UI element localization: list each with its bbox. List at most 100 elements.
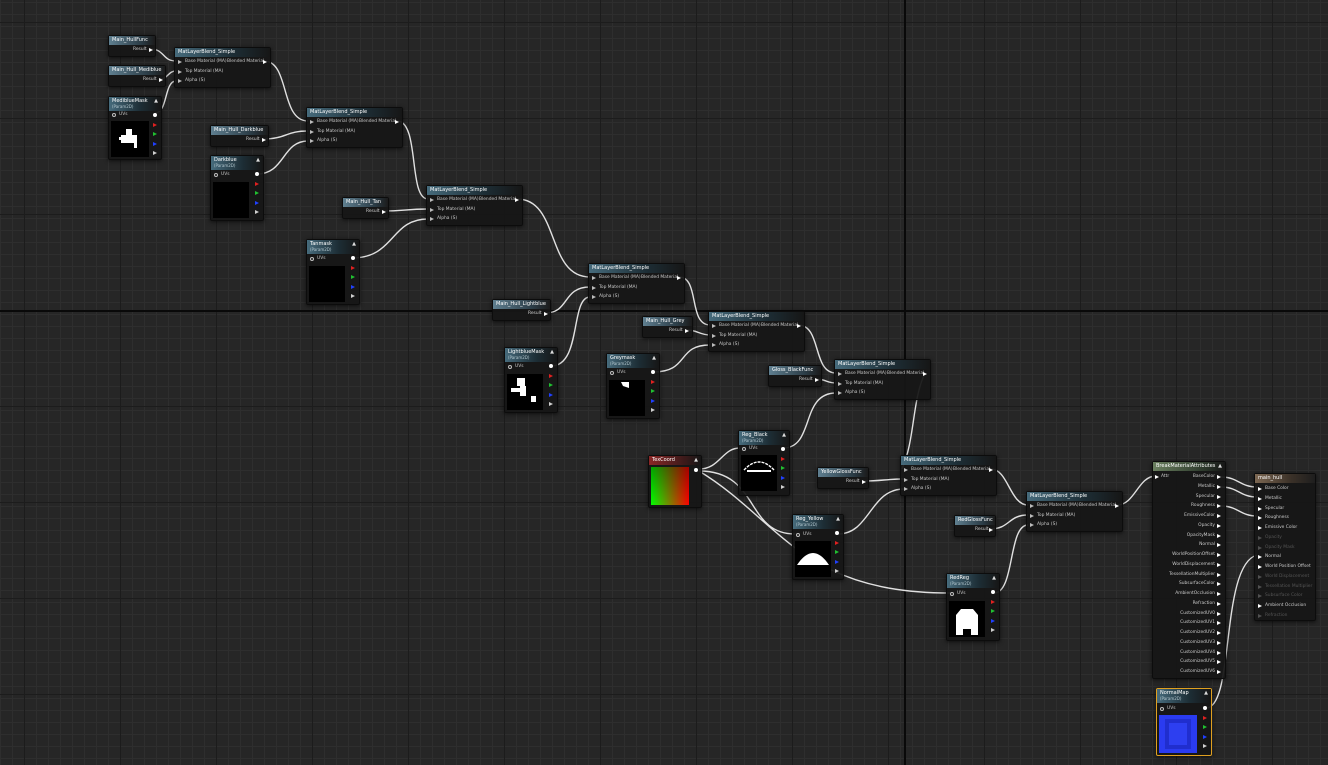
texture-node-darkblue[interactable]: Darkblue (Param2D) ▲ UVs xyxy=(210,155,264,221)
r-output-pin[interactable] xyxy=(549,373,553,378)
rgb-output-pin[interactable] xyxy=(835,531,839,535)
rgb-output-pin[interactable] xyxy=(1203,706,1207,710)
blend-node-1[interactable]: MatLayerBlend_Simple Base Material (MA) To… xyxy=(174,47,271,88)
material-input-pin[interactable] xyxy=(1258,545,1262,550)
uvs-input-pin[interactable] xyxy=(796,533,800,537)
rgb-output-pin[interactable] xyxy=(991,590,995,594)
material-input-pin[interactable] xyxy=(1258,555,1262,560)
b-output-pin[interactable] xyxy=(1203,734,1207,739)
blend-node-4[interactable]: MatLayerBlend_Simple Base Material (MA) To… xyxy=(588,263,685,304)
blended-material-output-pin[interactable] xyxy=(263,60,267,64)
texture-node-reg-black[interactable]: Reg_Black (Param2D) ▲ UVs xyxy=(738,430,790,496)
base-material-input-pin[interactable] xyxy=(838,372,842,376)
texture-node-reg-yellow[interactable]: Reg_Yellow (Param2D) ▲ UVs xyxy=(792,514,844,580)
top-material-input-pin[interactable] xyxy=(904,478,908,482)
attr-input-pin[interactable] xyxy=(1155,475,1159,479)
blended-material-output-pin[interactable] xyxy=(1115,504,1119,508)
top-material-input-pin[interactable] xyxy=(430,208,434,212)
texture-node-tan-mask[interactable]: Tanmask (Param2D) ▲ UVs xyxy=(306,239,360,305)
blended-material-output-pin[interactable] xyxy=(677,276,681,280)
collapse-arrow-icon[interactable]: ▲ xyxy=(694,457,698,464)
collapse-arrow-icon[interactable]: ▲ xyxy=(782,432,786,439)
r-output-pin[interactable] xyxy=(255,181,259,186)
texture-node-mediblue-mask[interactable]: MediblueMask (Param2D) ▲ UVs xyxy=(108,96,162,160)
rgb-output-pin[interactable] xyxy=(351,256,355,260)
texcoord-node[interactable]: TexCoord ▲ xyxy=(648,455,702,508)
uvs-input-pin[interactable] xyxy=(1160,707,1164,711)
rgb-output-pin[interactable] xyxy=(255,172,259,176)
material-input-pin[interactable] xyxy=(1258,594,1262,599)
top-material-input-pin[interactable] xyxy=(1030,514,1034,518)
b-output-pin[interactable] xyxy=(255,200,259,205)
uvs-input-pin[interactable] xyxy=(610,371,614,375)
g-output-pin[interactable] xyxy=(991,609,995,614)
rgb-output-pin[interactable] xyxy=(153,113,157,117)
output-pin[interactable] xyxy=(815,378,819,382)
a-output-pin[interactable] xyxy=(255,210,259,215)
material-input-pin[interactable] xyxy=(1258,574,1262,579)
collapse-arrow-icon[interactable]: ▲ xyxy=(352,241,356,248)
break-output-pin[interactable] xyxy=(1217,611,1221,616)
base-material-input-pin[interactable] xyxy=(178,60,182,64)
alpha-input-pin[interactable] xyxy=(178,79,182,83)
collapse-arrow-icon[interactable]: ▲ xyxy=(836,516,840,523)
alpha-input-pin[interactable] xyxy=(430,217,434,221)
material-input-pin[interactable] xyxy=(1258,613,1262,618)
break-output-pin[interactable] xyxy=(1217,562,1221,567)
r-output-pin[interactable] xyxy=(651,379,655,384)
g-output-pin[interactable] xyxy=(549,383,553,388)
g-output-pin[interactable] xyxy=(255,191,259,196)
break-output-pin[interactable] xyxy=(1217,523,1221,528)
a-output-pin[interactable] xyxy=(835,569,839,574)
blended-material-output-pin[interactable] xyxy=(395,120,399,124)
break-material-attributes-node[interactable]: BreakMaterialAttributes ▲ Attr BaseColor M… xyxy=(1152,461,1226,679)
func-node-red-gloss[interactable]: RedGlossFunc Result xyxy=(954,515,996,537)
collapse-arrow-icon[interactable]: ▲ xyxy=(992,575,996,582)
break-output-pin[interactable] xyxy=(1217,543,1221,548)
a-output-pin[interactable] xyxy=(781,485,785,490)
material-input-pin[interactable] xyxy=(1258,496,1262,501)
output-pin[interactable] xyxy=(544,312,548,316)
base-material-input-pin[interactable] xyxy=(310,120,314,124)
material-result-node[interactable]: main_hull Base Color Metallic Specular Roug… xyxy=(1254,473,1316,621)
func-node-gloss-black[interactable]: Gloss_BlackFunc Result xyxy=(768,365,822,387)
alpha-input-pin[interactable] xyxy=(310,139,314,143)
texture-node-lightblue-mask[interactable]: LightblueMask (Param2D) ▲ UVs xyxy=(504,347,558,413)
collapse-arrow-icon[interactable]: ▲ xyxy=(1218,463,1222,470)
g-output-pin[interactable] xyxy=(1203,725,1207,730)
uvs-input-pin[interactable] xyxy=(214,173,218,177)
blend-node-8[interactable]: MatLayerBlend_Simple Base Material (MA) To… xyxy=(1026,491,1123,532)
uvs-input-pin[interactable] xyxy=(508,365,512,369)
a-output-pin[interactable] xyxy=(991,628,995,633)
break-output-pin[interactable] xyxy=(1217,601,1221,606)
material-input-pin[interactable] xyxy=(1258,565,1262,569)
break-output-pin[interactable] xyxy=(1217,494,1221,499)
break-output-pin[interactable] xyxy=(1217,621,1221,626)
r-output-pin[interactable] xyxy=(781,456,785,461)
b-output-pin[interactable] xyxy=(991,618,995,623)
break-output-pin[interactable] xyxy=(1217,484,1221,489)
r-output-pin[interactable] xyxy=(1203,715,1207,720)
uvs-input-pin[interactable] xyxy=(742,447,746,451)
break-output-pin[interactable] xyxy=(1217,660,1221,665)
a-output-pin[interactable] xyxy=(1203,744,1207,749)
break-output-pin[interactable] xyxy=(1217,572,1221,577)
a-output-pin[interactable] xyxy=(153,151,157,156)
top-material-input-pin[interactable] xyxy=(310,130,314,134)
b-output-pin[interactable] xyxy=(153,141,157,146)
func-node-main-hull-grey[interactable]: Main_Hull_Grey Result xyxy=(642,316,693,338)
blend-node-7[interactable]: MatLayerBlend_Simple Base Material (MA) To… xyxy=(900,455,997,496)
r-output-pin[interactable] xyxy=(153,122,157,127)
a-output-pin[interactable] xyxy=(549,402,553,407)
break-output-pin[interactable] xyxy=(1217,475,1221,479)
func-node-main-hull-mediblue[interactable]: Main_Hull_Mediblue Result xyxy=(108,65,166,87)
output-pin[interactable] xyxy=(694,468,698,472)
collapse-arrow-icon[interactable]: ▲ xyxy=(652,355,656,362)
a-output-pin[interactable] xyxy=(651,408,655,413)
material-input-pin[interactable] xyxy=(1258,535,1262,540)
output-pin[interactable] xyxy=(862,480,866,484)
collapse-arrow-icon[interactable]: ▲ xyxy=(256,157,260,164)
r-output-pin[interactable] xyxy=(991,599,995,604)
material-input-pin[interactable] xyxy=(1258,584,1262,589)
r-output-pin[interactable] xyxy=(835,540,839,545)
